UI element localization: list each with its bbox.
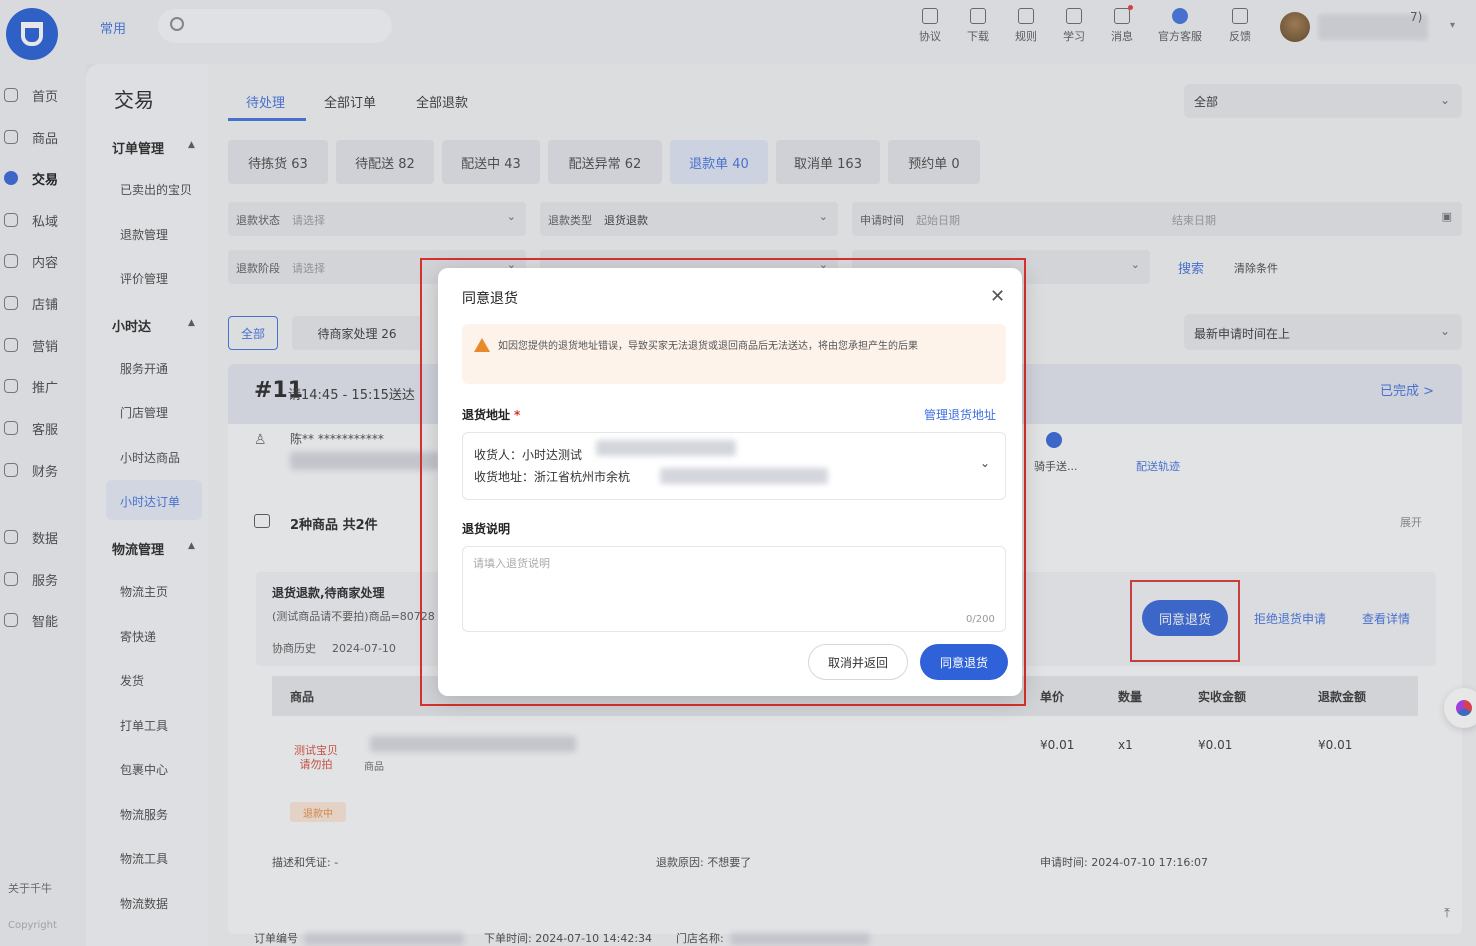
receiver-address: 收货地址：浙江省杭州市余杭: [474, 470, 631, 484]
required-mark: *: [514, 408, 521, 422]
confirm-agree-button[interactable]: 同意退货: [920, 644, 1008, 680]
address-label-text: 退货地址: [462, 408, 511, 422]
address-redacted: [660, 468, 828, 484]
return-description-input[interactable]: [462, 546, 1006, 632]
address-label: 退货地址 *: [462, 406, 520, 423]
char-counter: 0/200: [966, 614, 995, 625]
cancel-button[interactable]: 取消并返回: [808, 644, 908, 680]
close-icon[interactable]: ✕: [990, 286, 1005, 307]
receiver-redacted: [596, 440, 736, 456]
description-label: 退货说明: [462, 522, 511, 536]
manage-address-link[interactable]: 管理退货地址: [924, 406, 996, 423]
receiver-name: 收货人：小时达测试: [474, 448, 583, 462]
warning-icon: [474, 338, 490, 352]
chevron-down-icon[interactable]: ⌄: [980, 456, 990, 470]
warning-text: 如因您提供的退货地址错误，导致买家无法退货或退回商品后无法送达，将由您承担产生的…: [498, 341, 918, 352]
dialog-title: 同意退货: [462, 291, 518, 307]
